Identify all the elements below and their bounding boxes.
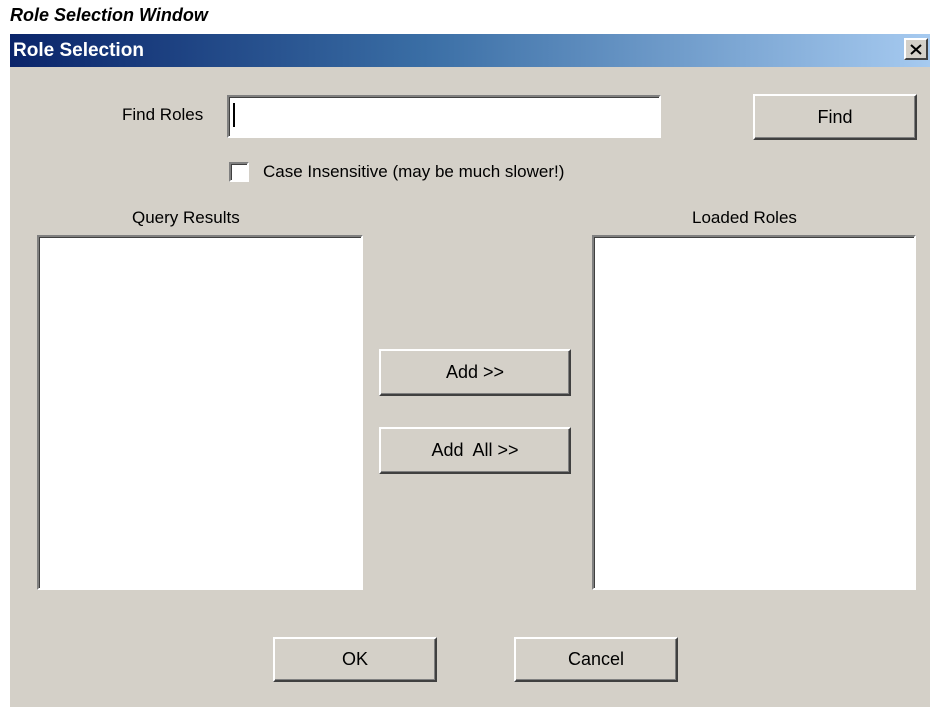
figure-caption: Role Selection Window [10, 5, 208, 25]
case-insensitive-label: Case Insensitive (may be much slower!) [263, 162, 565, 181]
find-button[interactable]: Find [753, 94, 917, 140]
query-results-list[interactable] [37, 235, 363, 590]
case-insensitive-checkbox[interactable] [229, 162, 249, 182]
text-caret [233, 103, 235, 127]
close-icon [910, 43, 922, 55]
find-roles-input[interactable] [227, 95, 661, 138]
role-selection-dialog: Role Selection Find Roles Find Case Inse… [10, 34, 930, 707]
add-all-button[interactable]: Add All >> [379, 427, 571, 474]
ok-button[interactable]: OK [273, 637, 437, 682]
close-button[interactable] [904, 38, 928, 60]
cancel-button[interactable]: Cancel [514, 637, 678, 682]
query-results-label: Query Results [132, 208, 240, 227]
find-roles-label: Find Roles [122, 105, 204, 124]
add-button[interactable]: Add >> [379, 349, 571, 396]
title-bar[interactable]: Role Selection [10, 34, 930, 67]
window-title: Role Selection [13, 40, 144, 61]
loaded-roles-list[interactable] [592, 235, 916, 590]
loaded-roles-label: Loaded Roles [692, 208, 797, 227]
